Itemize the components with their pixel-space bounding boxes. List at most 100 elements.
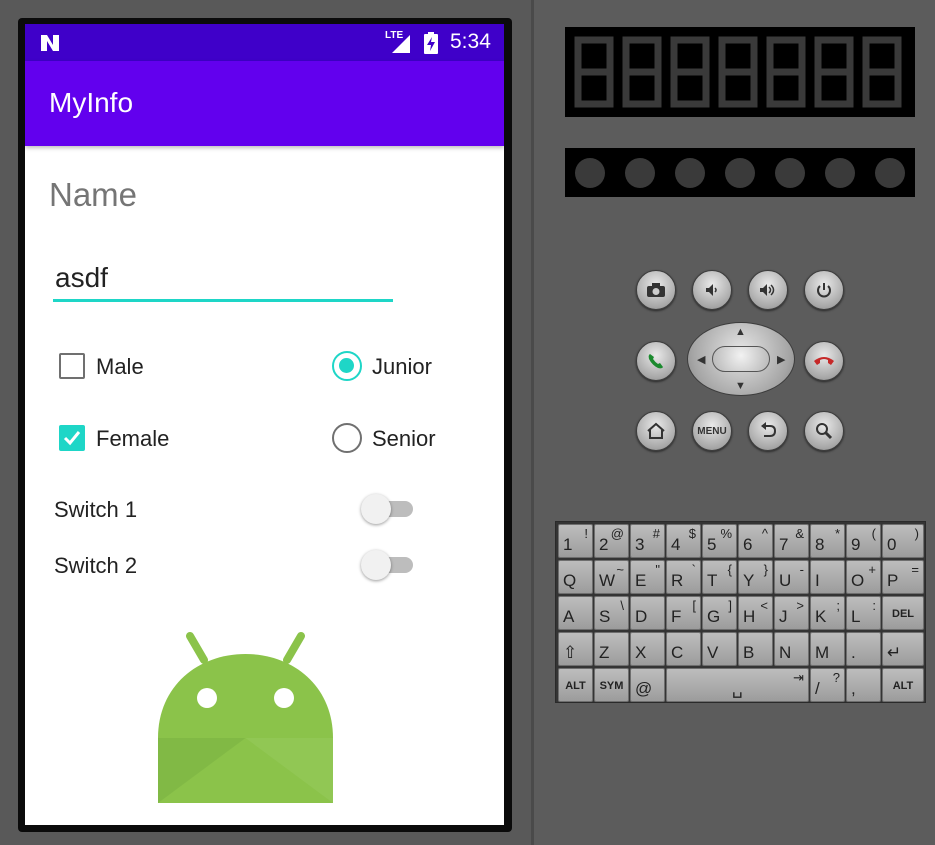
key-s[interactable]: S \ xyxy=(594,596,629,630)
switch1-toggle[interactable] xyxy=(361,494,413,524)
switch2-toggle[interactable] xyxy=(361,550,413,580)
female-checkbox[interactable] xyxy=(59,425,85,451)
key-t[interactable]: T{ xyxy=(702,560,737,594)
power-button[interactable] xyxy=(804,270,844,310)
notification-n-icon xyxy=(41,35,59,51)
key-slash[interactable]: /? xyxy=(810,668,845,702)
key-u[interactable]: U- xyxy=(774,560,809,594)
key-i[interactable]: I xyxy=(810,560,845,594)
menu-button-label: MENU xyxy=(697,425,727,437)
key-b[interactable]: B xyxy=(738,632,773,666)
indicator-dot xyxy=(875,158,905,188)
led-display xyxy=(565,27,915,117)
key-c[interactable]: C xyxy=(666,632,701,666)
end-call-button[interactable] xyxy=(804,341,844,381)
dpad-down-icon[interactable]: ▼ xyxy=(735,380,746,392)
key-alt-right[interactable]: ALT xyxy=(882,668,924,702)
volume-up-icon xyxy=(760,284,775,296)
android-robot-image xyxy=(158,632,333,803)
back-button[interactable] xyxy=(748,411,788,451)
home-button[interactable] xyxy=(636,411,676,451)
key-p[interactable]: P = xyxy=(882,560,924,594)
checkmark-icon xyxy=(63,431,81,446)
app-title: MyInfo xyxy=(49,87,134,118)
key-a[interactable]: A xyxy=(558,596,593,630)
key-7[interactable]: 7 & xyxy=(774,524,809,558)
key-l[interactable]: L: xyxy=(846,596,881,630)
key-y[interactable]: Y} xyxy=(738,560,773,594)
key-shift[interactable]: ⇧ xyxy=(558,632,593,666)
key-w[interactable]: W ~ xyxy=(594,560,629,594)
key-6[interactable]: 6 ^ xyxy=(738,524,773,558)
volume-down-button[interactable] xyxy=(692,270,732,310)
status-bar: LTE 5:34 xyxy=(25,24,504,61)
key-sym[interactable]: SYM xyxy=(594,668,629,702)
key-z[interactable]: Z xyxy=(594,632,629,666)
camera-button[interactable] xyxy=(636,270,676,310)
emulator-controls-panel xyxy=(534,0,935,845)
key-comma[interactable]: , xyxy=(846,668,881,702)
key-enter[interactable]: ↵ xyxy=(882,632,924,666)
key-2[interactable]: 2 @ xyxy=(594,524,629,558)
dpad-center-button[interactable] xyxy=(712,346,770,372)
indicator-dot xyxy=(725,158,755,188)
key-g[interactable]: G] xyxy=(702,596,737,630)
key-period[interactable]: . xyxy=(846,632,881,666)
home-icon xyxy=(647,422,665,439)
key-n[interactable]: N xyxy=(774,632,809,666)
key-m[interactable]: M xyxy=(810,632,845,666)
key-5[interactable]: 5% xyxy=(702,524,737,558)
volume-up-button[interactable] xyxy=(748,270,788,310)
male-checkbox[interactable] xyxy=(59,353,85,379)
senior-radio[interactable] xyxy=(332,423,362,453)
end-call-icon xyxy=(814,357,834,365)
search-button[interactable] xyxy=(804,411,844,451)
key-k[interactable]: K; xyxy=(810,596,845,630)
camera-icon xyxy=(647,283,665,297)
key-v[interactable]: V xyxy=(702,632,737,666)
app-bar: MyInfo xyxy=(25,61,504,146)
key-8[interactable]: 8 * xyxy=(810,524,845,558)
key-x[interactable]: X xyxy=(630,632,665,666)
junior-radio[interactable] xyxy=(332,351,362,381)
key-e[interactable]: E " xyxy=(630,560,665,594)
call-icon xyxy=(648,354,663,369)
switch-thumb xyxy=(361,550,391,580)
dpad[interactable]: ▲ ▼ ◀ ▶ xyxy=(687,322,795,396)
hardware-keyboard: 1! 2 @ 3 # 4 $ 5% 6 ^ 7 & 8 * 9( 0) Q W ~ E " R `… xyxy=(555,521,926,703)
call-button[interactable] xyxy=(636,341,676,381)
name-input[interactable] xyxy=(53,256,393,302)
indicator-dot xyxy=(575,158,605,188)
female-label: Female xyxy=(96,426,170,451)
key-0[interactable]: 0) xyxy=(882,524,924,558)
key-d[interactable]: D xyxy=(630,596,665,630)
dpad-right-icon[interactable]: ▶ xyxy=(777,353,785,366)
key-delete[interactable]: DEL xyxy=(882,596,924,630)
phone-screen: LTE 5:34 MyInfo Name Male Female xyxy=(25,24,504,825)
menu-button[interactable]: MENU xyxy=(692,411,732,451)
key-3[interactable]: 3 # xyxy=(630,524,665,558)
dpad-up-icon[interactable]: ▲ xyxy=(735,326,746,338)
emulator-window: LTE 5:34 MyInfo Name Male Female xyxy=(0,0,935,845)
key-h[interactable]: H < xyxy=(738,596,773,630)
key-r[interactable]: R ` xyxy=(666,560,701,594)
male-label: Male xyxy=(96,354,144,379)
dpad-left-icon[interactable]: ◀ xyxy=(697,353,705,366)
key-space[interactable]: ␣ ⇥ xyxy=(666,668,809,702)
junior-label: Junior xyxy=(372,354,432,379)
key-9[interactable]: 9( xyxy=(846,524,881,558)
indicator-dot xyxy=(675,158,705,188)
key-q[interactable]: Q xyxy=(558,560,593,594)
key-at[interactable]: @ xyxy=(630,668,665,702)
back-icon xyxy=(761,422,777,437)
key-f[interactable]: F[ xyxy=(666,596,701,630)
key-1[interactable]: 1! xyxy=(558,524,593,558)
key-j[interactable]: J > xyxy=(774,596,809,630)
key-o[interactable]: O + xyxy=(846,560,881,594)
senior-label: Senior xyxy=(372,426,436,451)
switch1-label: Switch 1 xyxy=(54,497,138,522)
search-icon xyxy=(816,423,833,440)
indicator-dots xyxy=(565,148,915,197)
key-alt-left[interactable]: ALT xyxy=(558,668,593,702)
key-4[interactable]: 4 $ xyxy=(666,524,701,558)
